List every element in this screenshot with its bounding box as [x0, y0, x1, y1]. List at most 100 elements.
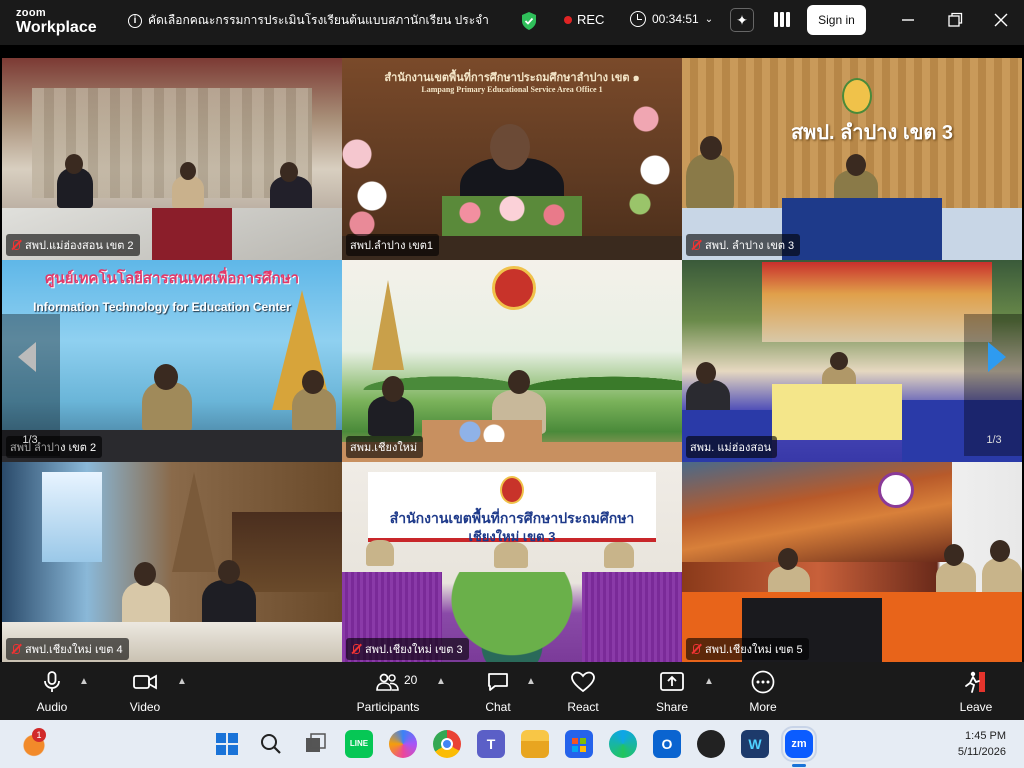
rec-dot-icon — [564, 15, 572, 24]
heart-logo-icon — [878, 472, 914, 508]
edge-icon[interactable] — [609, 730, 637, 758]
clock-date: 5/11/2026 — [957, 746, 1006, 758]
chat-options-caret-icon[interactable]: ▲ — [526, 676, 536, 687]
chat-bubble-icon — [488, 673, 508, 691]
muted-mic-icon — [690, 643, 702, 655]
video-options-caret-icon[interactable]: ▲ — [177, 676, 187, 687]
minimize-icon[interactable] — [898, 10, 918, 30]
participants-icon — [376, 673, 399, 691]
audio-button[interactable]: Audio — [32, 670, 72, 714]
microphone-icon — [44, 671, 60, 692]
leave-label: Leave — [959, 700, 993, 714]
participant-count: 20 — [404, 673, 418, 687]
info-icon[interactable]: i — [128, 13, 142, 28]
copilot-icon[interactable] — [389, 730, 417, 758]
meeting-info[interactable]: i คัดเลือกคณะกรรมการประเมินโรงเรียนต้นแบ… — [128, 11, 488, 30]
participants-label: Participants — [356, 700, 420, 714]
participant-name-tag: สพป.เชียงใหม่ เขต 5 — [686, 638, 809, 660]
line-app-icon[interactable]: LINE — [345, 730, 373, 758]
participant-name: สพป.เชียงใหม่ เขต 5 — [705, 644, 803, 656]
chat-button[interactable]: Chat — [480, 670, 516, 714]
participant-name-tag: สพป. ลำปาง เขต 3 — [686, 234, 801, 256]
office-sign: สพป. ลำปาง เขต 3 — [790, 122, 954, 144]
zoom-taskbar-icon[interactable]: zm — [781, 726, 817, 762]
meeting-timer[interactable]: 00:34:51 ⌄ — [630, 11, 713, 27]
center-sign-english: Information Technology for Education Cen… — [33, 300, 291, 314]
office-emblem-icon — [842, 78, 872, 114]
chrome-icon[interactable] — [433, 730, 461, 758]
zoom-workplace-logo: zoom Workplace — [16, 8, 97, 36]
video-label: Video — [129, 700, 161, 714]
audio-label: Audio — [36, 700, 68, 714]
sign-in-button[interactable]: Sign in — [807, 5, 866, 35]
participant-name: สพป.ลำปาง เขต1 — [350, 240, 434, 252]
video-button[interactable]: Video — [125, 670, 165, 714]
participant-name-tag: สพม.เชียงใหม่ — [346, 436, 424, 458]
page-indicator: 1/3 — [22, 434, 38, 446]
previous-page-button[interactable]: 1/3 — [0, 314, 60, 456]
video-tile[interactable]: สพม.เชียงใหม่ — [342, 260, 682, 462]
react-button[interactable]: React — [564, 670, 602, 714]
audio-options-caret-icon[interactable]: ▲ — [79, 676, 89, 687]
more-button[interactable]: More — [745, 670, 781, 714]
windows-start-icon[interactable] — [213, 730, 241, 758]
video-gallery: สพป.แม่ฮ่องสอน เขต 2 สำนักงานเขตพื้นที่ก… — [0, 56, 1024, 664]
restore-icon[interactable] — [945, 10, 965, 30]
center-sign-thai: ศูนย์เทคโนโลยีสารสนเทศเพื่อการศึกษา — [44, 270, 300, 287]
close-icon[interactable] — [991, 10, 1011, 30]
waterfall-backdrop — [42, 472, 102, 562]
backdrop-banner — [762, 262, 992, 342]
chevron-right-icon — [988, 342, 1006, 372]
file-explorer-icon[interactable] — [521, 730, 549, 758]
video-tile[interactable]: สพป.แม่ฮ่องสอน เขต 2 — [2, 58, 342, 260]
microsoft-store-icon[interactable] — [565, 730, 593, 758]
participants-options-caret-icon[interactable]: ▲ — [436, 676, 446, 687]
muted-mic-icon — [10, 239, 22, 251]
clock-time: 1:45 PM — [965, 730, 1006, 742]
video-tile[interactable]: สพป.เชียงใหม่ เขต 4 — [2, 462, 342, 664]
share-screen-icon — [660, 672, 684, 691]
webex-icon[interactable]: W — [741, 730, 769, 758]
ai-companion-sparkle-icon[interactable]: ✦ — [730, 8, 754, 32]
muted-mic-icon — [10, 643, 22, 655]
video-camera-icon — [133, 674, 157, 690]
share-button[interactable]: Share — [654, 670, 690, 714]
share-label: Share — [655, 700, 689, 714]
heart-icon — [571, 671, 595, 693]
task-view-icon[interactable] — [301, 730, 329, 758]
share-options-caret-icon[interactable]: ▲ — [704, 676, 714, 687]
system-clock[interactable]: 1:45 PM 5/11/2026 — [958, 728, 1006, 760]
meeting-title: คัดเลือกคณะกรรมการประเมินโรงเรียนต้นแบบส… — [148, 13, 488, 27]
next-page-button[interactable]: 1/3 — [964, 314, 1024, 456]
page-indicator: 1/3 — [986, 434, 1002, 446]
obs-icon[interactable] — [697, 730, 725, 758]
chat-label: Chat — [485, 700, 511, 714]
video-tile-active-speaker[interactable]: สำนักงานเขตพื้นที่การศึกษาประถมศึกษาลำปา… — [342, 58, 682, 260]
muted-mic-icon — [690, 239, 702, 251]
video-tile[interactable]: สพป.เชียงใหม่ เขต 5 — [682, 462, 1022, 664]
video-tile[interactable]: สพป. ลำปาง เขต 3 สพป. ลำปาง เขต 3 — [682, 58, 1022, 260]
active-app-indicator — [792, 764, 806, 767]
mountain-backdrop — [682, 462, 952, 562]
more-dots-icon — [751, 670, 775, 694]
chevron-down-icon[interactable]: ⌄ — [705, 14, 713, 25]
elapsed-time: 00:34:51 — [652, 12, 699, 26]
leave-button[interactable]: Leave — [958, 670, 994, 714]
participant-name-tag: สพป.ลำปาง เขต1 — [346, 234, 440, 256]
encryption-shield-icon[interactable] — [520, 11, 538, 31]
office-emblem-icon — [500, 476, 524, 504]
teams-icon[interactable]: T — [477, 730, 505, 758]
participant-name: สพป.แม่ฮ่องสอน เขต 2 — [25, 240, 134, 252]
windows-taskbar: 1 LINE T O W zm 1:45 PM 5/11/2026 — [0, 720, 1024, 768]
more-label: More — [749, 700, 777, 714]
view-layout-icon[interactable] — [774, 12, 790, 27]
video-tile[interactable]: สำนักงานเขตพื้นที่การศึกษาประถมศึกษา เชี… — [342, 462, 682, 664]
ministry-emblem-icon — [492, 266, 536, 310]
meeting-toolbar: Audio ▲ Video ▲ Participants 20 ▲ Chat ▲… — [0, 662, 1024, 720]
outlook-icon[interactable]: O — [653, 730, 681, 758]
recording-indicator[interactable]: REC — [564, 12, 604, 27]
participant-name-tag: สพป.เชียงใหม่ เขต 3 — [346, 638, 469, 660]
search-icon[interactable] — [257, 730, 285, 758]
leave-door-icon — [965, 671, 985, 693]
muted-mic-icon — [350, 643, 362, 655]
